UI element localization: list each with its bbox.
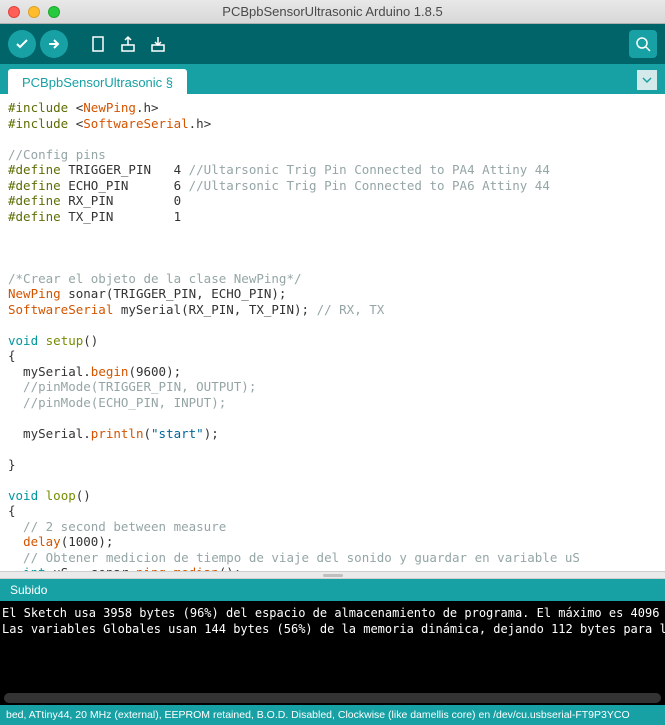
window-titlebar: PCBpbSensorUltrasonic Arduino 1.8.5 [0,0,665,24]
save-sketch-button[interactable] [144,30,172,58]
tab-bar: PCBpbSensorUltrasonic § [0,64,665,94]
code-token: { [8,503,16,518]
board-info-text: bed, ATtiny44, 20 MHz (external), EEPROM… [6,709,659,721]
code-token: setup [46,333,84,348]
code-token [38,333,46,348]
code-token: #include [8,100,68,115]
magnifier-icon [634,35,652,53]
code-token: //pinMode(TRIGGER_PIN, OUTPUT); [8,379,256,394]
code-token [8,534,23,549]
editor-console-divider[interactable] [0,571,665,579]
code-token: } [8,457,16,472]
code-token: sonar(TRIGGER_PIN, ECHO_PIN); [61,286,287,301]
code-token: RX_PIN 0 [61,193,181,208]
console-scrollbar[interactable] [0,691,665,705]
code-token: mySerial(RX_PIN, TX_PIN); [113,302,316,317]
code-token: SoftwareSerial [8,302,113,317]
code-token: #define [8,162,61,177]
arrow-down-icon [149,35,167,53]
code-token: TRIGGER_PIN 4 [61,162,189,177]
window-title: PCBpbSensorUltrasonic Arduino 1.8.5 [0,4,665,19]
code-token: #define [8,209,61,224]
code-token: ECHO_PIN 6 [61,178,189,193]
chevron-down-icon [642,75,652,85]
verify-button[interactable] [8,30,36,58]
code-token: .h> [136,100,159,115]
code-token: void [8,488,38,503]
code-token: TX_PIN 1 [61,209,181,224]
code-token: // RX, TX [317,302,385,317]
code-token: #define [8,178,61,193]
code-token: "start" [151,426,204,441]
code-token: { [8,348,16,363]
code-token: NewPing [8,286,61,301]
open-sketch-button[interactable] [114,30,142,58]
arrow-right-icon [46,36,62,52]
code-token: #define [8,193,61,208]
code-token: SoftwareSerial [83,116,188,131]
code-token: void [8,333,38,348]
tab-menu-button[interactable] [637,70,657,90]
code-token: mySerial. [8,364,91,379]
code-token: println [91,426,144,441]
code-token: mySerial. [8,426,91,441]
file-icon [89,35,107,53]
code-token: #include [8,116,68,131]
status-text: Subido [10,583,47,597]
scrollbar-track [4,693,661,703]
code-token: // 2 second between measure [8,519,226,534]
code-token: // Obtener medicion de tiempo de viaje d… [8,550,580,565]
toolbar [0,24,665,64]
code-token: (1000); [61,534,114,549]
code-token: () [83,333,98,348]
arrow-up-icon [119,35,137,53]
code-token: .h> [189,116,212,131]
code-editor[interactable]: #include <NewPing.h> #include <SoftwareS… [0,94,665,571]
code-token: () [76,488,91,503]
code-token: /*Crear el objeto de la clase NewPing*/ [8,271,302,286]
code-token: delay [23,534,61,549]
serial-monitor-button[interactable] [629,30,657,58]
code-token: begin [91,364,129,379]
code-token: (9600); [128,364,181,379]
board-info-bar: bed, ATtiny44, 20 MHz (external), EEPROM… [0,705,665,725]
code-token [38,488,46,503]
status-bar: Subido [0,579,665,601]
new-sketch-button[interactable] [84,30,112,58]
console-line: El Sketch usa 3958 bytes (96%) del espac… [2,606,665,620]
check-icon [14,36,30,52]
code-token: ( [143,426,151,441]
upload-button[interactable] [40,30,68,58]
code-token: //Ultarsonic Trig Pin Connected to PA6 A… [189,178,550,193]
output-console[interactable]: El Sketch usa 3958 bytes (96%) del espac… [0,601,665,691]
code-token: ); [204,426,219,441]
console-line: Las variables Globales usan 144 bytes (5… [2,622,665,636]
code-token: //Config pins [8,147,106,162]
code-token: //Ultarsonic Trig Pin Connected to PA4 A… [189,162,550,177]
tab-active[interactable]: PCBpbSensorUltrasonic § [8,69,187,94]
code-token: NewPing [83,100,136,115]
code-token: < [68,116,83,131]
tab-label: PCBpbSensorUltrasonic § [22,75,173,90]
code-token: < [68,100,83,115]
code-token: //pinMode(ECHO_PIN, INPUT); [8,395,226,410]
code-token: loop [46,488,76,503]
